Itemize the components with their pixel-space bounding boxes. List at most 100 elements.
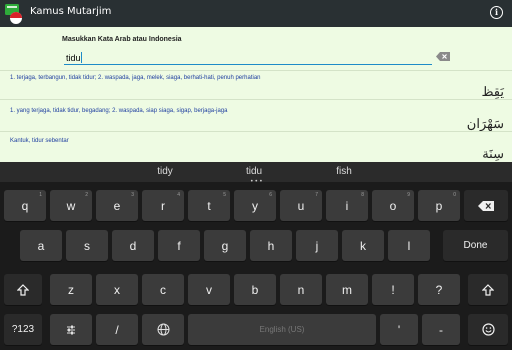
result-row[interactable]: 1. yang terjaga, tidak tidur, begadang; … bbox=[0, 99, 512, 132]
key-label: m bbox=[342, 282, 352, 297]
key-hint: 9 bbox=[407, 192, 410, 198]
settings-slider-icon bbox=[67, 325, 75, 334]
key-a[interactable]: a bbox=[20, 230, 62, 261]
key-label: v bbox=[206, 282, 212, 297]
key-d[interactable]: d bbox=[112, 230, 154, 261]
key-label: j bbox=[315, 238, 319, 253]
info-icon[interactable]: i bbox=[490, 6, 503, 19]
key-label: e bbox=[113, 198, 121, 213]
key-p[interactable]: p0 bbox=[418, 190, 460, 221]
settings-key[interactable] bbox=[50, 314, 92, 345]
key-hint: 6 bbox=[269, 192, 272, 198]
result-arabic: سِنَة bbox=[482, 147, 504, 162]
key-label: l bbox=[407, 238, 411, 253]
key-label: t bbox=[207, 198, 211, 213]
result-row[interactable]: Kantuk, tidur sebentar سِنَة bbox=[0, 131, 512, 162]
key-x[interactable]: x bbox=[96, 274, 138, 305]
key-o[interactable]: o9 bbox=[372, 190, 414, 221]
key-label: ? bbox=[435, 282, 443, 297]
done-key[interactable]: Done bbox=[443, 230, 508, 261]
shift-icon bbox=[17, 283, 29, 296]
key-exclamation[interactable]: ! bbox=[372, 274, 414, 305]
key-k[interactable]: k bbox=[342, 230, 384, 261]
key-label: y bbox=[252, 198, 258, 213]
backspace-clear-icon[interactable] bbox=[436, 52, 450, 61]
kamus-logo-icon bbox=[5, 4, 22, 24]
language-key[interactable] bbox=[142, 314, 184, 345]
key-label: a bbox=[37, 238, 45, 253]
key-label: p bbox=[435, 198, 443, 213]
title-bar: Kamus Mutarjim i bbox=[0, 0, 512, 27]
result-row[interactable]: 1. terjaga, terbangun, tidak tidur; 2. w… bbox=[0, 70, 512, 100]
backspace-key[interactable] bbox=[464, 190, 508, 221]
apostrophe-key[interactable]: ' bbox=[380, 314, 418, 345]
emoji-icon bbox=[481, 323, 495, 336]
result-arabic: سَهْرَان bbox=[466, 117, 504, 132]
key-y[interactable]: y6 bbox=[234, 190, 276, 221]
key-hint: 7 bbox=[315, 192, 318, 198]
key-hint: 2 bbox=[85, 192, 88, 198]
emoji-key[interactable] bbox=[468, 314, 508, 345]
suggestion-item[interactable]: tidy bbox=[125, 166, 205, 177]
key-label: h bbox=[267, 238, 275, 253]
key-label: c bbox=[160, 282, 166, 297]
search-label: Masukkan Kata Arab atau Indonesia bbox=[62, 36, 182, 43]
key-label: z bbox=[68, 282, 74, 297]
key-s[interactable]: s bbox=[66, 230, 108, 261]
dash-key[interactable]: - bbox=[422, 314, 460, 345]
suggestion-item[interactable]: tidu bbox=[214, 166, 294, 177]
key-g[interactable]: g bbox=[204, 230, 246, 261]
key-hint: 8 bbox=[361, 192, 364, 198]
soft-keyboard: q1 w2 e3 r4 t5 y6 u7 i8 o9 p0 a s d f g … bbox=[0, 182, 512, 350]
backspace-icon bbox=[478, 200, 494, 211]
key-v[interactable]: v bbox=[188, 274, 230, 305]
key-label: d bbox=[129, 238, 137, 253]
key-label: w bbox=[66, 198, 76, 213]
key-hint: 3 bbox=[131, 192, 134, 198]
search-input[interactable] bbox=[64, 51, 432, 65]
key-q[interactable]: q1 bbox=[4, 190, 46, 221]
key-m[interactable]: m bbox=[326, 274, 368, 305]
key-label: f bbox=[177, 238, 181, 253]
shift-key-right[interactable] bbox=[468, 274, 508, 305]
key-label: r bbox=[161, 198, 165, 213]
key-u[interactable]: u7 bbox=[280, 190, 322, 221]
key-w[interactable]: w2 bbox=[50, 190, 92, 221]
key-z[interactable]: z bbox=[50, 274, 92, 305]
key-label: s bbox=[84, 238, 90, 253]
key-hint: 1 bbox=[39, 192, 42, 198]
key-h[interactable]: h bbox=[250, 230, 292, 261]
numbers-key[interactable]: ?123 bbox=[4, 314, 42, 345]
key-b[interactable]: b bbox=[234, 274, 276, 305]
key-label: i bbox=[345, 198, 349, 213]
key-n[interactable]: n bbox=[280, 274, 322, 305]
shift-icon bbox=[482, 283, 494, 296]
key-hint: 5 bbox=[223, 192, 226, 198]
key-hint: 0 bbox=[453, 192, 456, 198]
key-label: k bbox=[360, 238, 366, 253]
app-title: Kamus Mutarjim bbox=[30, 6, 112, 17]
key-label: o bbox=[389, 198, 397, 213]
result-arabic: يَقِظ bbox=[481, 85, 504, 100]
key-label: n bbox=[297, 282, 305, 297]
result-definition: Kantuk, tidur sebentar bbox=[10, 138, 69, 144]
key-i[interactable]: i8 bbox=[326, 190, 368, 221]
key-label: u bbox=[297, 198, 305, 213]
key-label: b bbox=[251, 282, 259, 297]
key-e[interactable]: e3 bbox=[96, 190, 138, 221]
suggestion-bar: tidy tidu fish ••• bbox=[0, 162, 512, 185]
key-question[interactable]: ? bbox=[418, 274, 460, 305]
key-j[interactable]: j bbox=[296, 230, 338, 261]
text-cursor bbox=[81, 52, 82, 63]
key-t[interactable]: t5 bbox=[188, 190, 230, 221]
key-c[interactable]: c bbox=[142, 274, 184, 305]
space-key[interactable]: English (US) bbox=[188, 314, 376, 345]
key-f[interactable]: f bbox=[158, 230, 200, 261]
result-definition: 1. yang terjaga, tidak tidur, begadang; … bbox=[10, 108, 228, 114]
slash-key[interactable]: / bbox=[96, 314, 138, 345]
suggestion-item[interactable]: fish bbox=[304, 166, 384, 177]
globe-icon bbox=[157, 323, 169, 336]
shift-key-left[interactable] bbox=[4, 274, 42, 305]
key-l[interactable]: l bbox=[388, 230, 430, 261]
key-r[interactable]: r4 bbox=[142, 190, 184, 221]
